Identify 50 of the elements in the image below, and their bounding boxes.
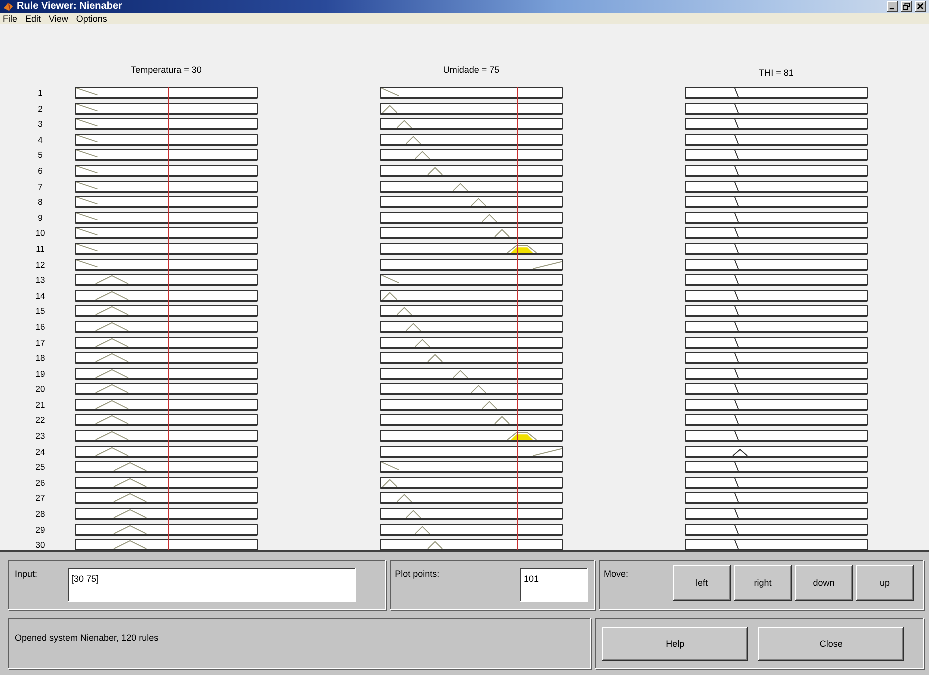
dialog-button[interactable]: Close: [758, 626, 904, 660]
rule-number: 1: [37, 89, 44, 98]
rule-number: 4: [37, 136, 44, 145]
variable-title: Temperatura = 30: [130, 65, 203, 77]
rule-number: 25: [34, 463, 46, 472]
window-title: Rule Viewer: Nienaber: [17, 1, 122, 12]
rule-number: 5: [37, 151, 44, 160]
rule-number: 29: [34, 526, 46, 535]
rule-number: 28: [34, 510, 46, 520]
rule-number: 9: [37, 214, 44, 223]
rule-number: 7: [37, 182, 44, 192]
rule-number: 13: [34, 276, 46, 286]
rule-number: 26: [34, 478, 46, 488]
variable-title: Umidade = 75: [442, 65, 501, 77]
menu-item[interactable]: File: [3, 14, 18, 24]
rule-number: 27: [34, 494, 46, 504]
move-button[interactable]: left: [673, 565, 732, 601]
rule-number: 6: [37, 166, 44, 176]
move-button[interactable]: down: [795, 565, 854, 601]
rule-number: 24: [34, 448, 46, 457]
rule-number: 12: [34, 260, 46, 270]
dialog-button[interactable]: Help: [602, 626, 748, 660]
rule-number: 22: [34, 416, 46, 426]
rule-number: 3: [37, 120, 44, 130]
status-text: Opened system Nienaber, 120 rules: [15, 633, 160, 643]
menu-item[interactable]: Edit: [26, 14, 42, 24]
rule-number: 20: [34, 385, 46, 394]
variable-title: THI = 81: [758, 68, 795, 80]
rule-number: 16: [34, 322, 46, 332]
move-label: Move:: [604, 569, 630, 579]
rule-number: 8: [37, 198, 44, 208]
rule-number: 11: [35, 244, 46, 254]
menu-item[interactable]: View: [49, 14, 68, 24]
move-button[interactable]: right: [734, 565, 792, 601]
rule-number: 30: [34, 541, 46, 550]
menu-item[interactable]: Options: [76, 14, 108, 24]
rule-number: 21: [34, 400, 46, 410]
input-field[interactable]: [30 75]: [68, 568, 356, 602]
plot-points-field[interactable]: 101: [520, 568, 588, 602]
plot-points-label: Plot points:: [395, 569, 440, 581]
rule-number: 18: [34, 354, 46, 364]
rule-number: 14: [34, 292, 46, 301]
input-label: Input:: [15, 569, 38, 581]
rule-number: 17: [34, 338, 46, 348]
rule-number: 19: [34, 370, 46, 379]
rule-number: 10: [34, 229, 46, 238]
rule-number: 2: [37, 104, 44, 114]
rule-number: 23: [34, 432, 46, 442]
rule-number: 15: [34, 307, 46, 316]
move-button[interactable]: up: [856, 565, 914, 601]
